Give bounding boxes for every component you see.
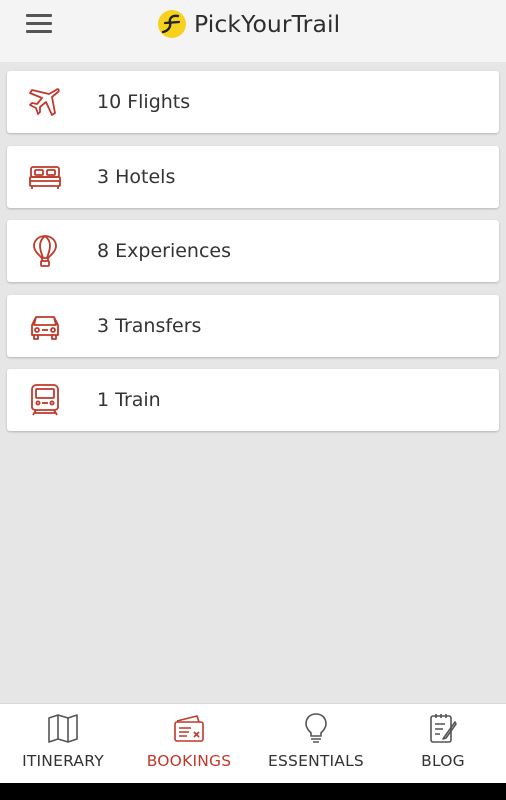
booking-item-hotels[interactable]: 3 Hotels [7, 146, 499, 208]
ticket-icon [174, 715, 204, 742]
car-icon [31, 316, 59, 340]
booking-item-flights[interactable]: 10 Flights [7, 71, 499, 133]
menu-icon[interactable] [26, 14, 52, 33]
logo-icon [158, 10, 186, 38]
tab-itinerary[interactable]: ITINERARY [0, 704, 126, 784]
tab-essentials[interactable]: ESSENTIALS [253, 704, 379, 784]
app-logo: PickYourTrail [157, 8, 340, 40]
tab-label: ITINERARY [22, 752, 104, 770]
tab-label: BLOG [421, 752, 465, 770]
booking-label: 3 Hotels [97, 166, 176, 188]
booking-item-trains[interactable]: 1 Train [7, 369, 499, 431]
lightbulb-icon [305, 713, 327, 743]
booking-item-experiences[interactable]: 8 Experiences [7, 220, 499, 282]
airplane-icon [29, 88, 60, 116]
train-icon [31, 384, 59, 416]
booking-label: 10 Flights [97, 91, 191, 113]
bottom-tab-bar: ITINERARY BOOKINGS ESSENTIALS BLOG [0, 703, 506, 783]
hot-air-balloon-icon [33, 235, 57, 267]
tab-label: BOOKINGS [146, 752, 232, 770]
booking-item-transfers[interactable]: 3 Transfers [7, 295, 499, 357]
map-icon [48, 714, 78, 743]
booking-label: 8 Experiences [97, 240, 231, 262]
tab-blog[interactable]: BLOG [380, 704, 506, 784]
booking-label: 1 Train [97, 389, 161, 411]
system-navigation-bar [0, 783, 506, 800]
booking-label: 3 Transfers [97, 315, 202, 337]
bed-icon [29, 166, 61, 189]
notepad-pen-icon [430, 714, 457, 743]
tab-bookings[interactable]: BOOKINGS [126, 704, 252, 784]
app-title: PickYourTrail [194, 10, 341, 38]
app-header: PickYourTrail [0, 0, 506, 62]
tab-label: ESSENTIALS [268, 752, 364, 770]
